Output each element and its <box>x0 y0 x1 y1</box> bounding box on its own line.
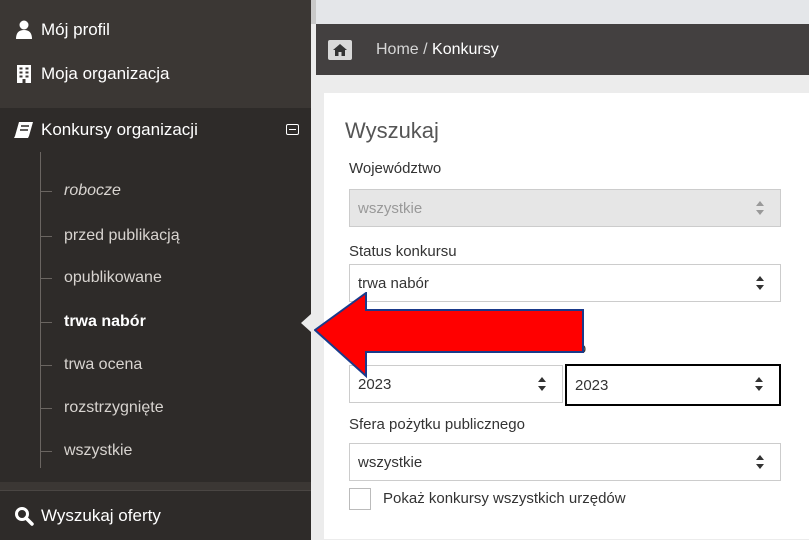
submenu-item-wszystkie[interactable]: wszystkie <box>0 430 311 472</box>
submenu: robocze przed publikacją opublikowane tr… <box>0 152 311 482</box>
sfera-select[interactable]: wszystkie <box>349 443 781 481</box>
nav-item-label: Mój profil <box>41 20 110 39</box>
search-icon <box>13 505 35 527</box>
annotation-arrow-icon <box>314 292 584 379</box>
select-arrows-icon <box>756 275 764 291</box>
submenu-item-label: opublikowane <box>64 269 162 286</box>
breadcrumb-home[interactable]: Home <box>376 41 419 58</box>
status-label: Status konkursu <box>349 243 457 260</box>
sidebar: Mój profil Moja organizacja Konkursy org… <box>0 0 311 540</box>
nav-item-label: Wyszukaj oferty <box>41 505 161 525</box>
status-value: trwa nabór <box>358 274 429 292</box>
wojewodztwo-select: wszystkie <box>349 189 781 227</box>
book-icon <box>13 119 35 141</box>
form-title: Wyszukaj <box>345 118 439 143</box>
user-icon <box>13 19 35 41</box>
nav-item-konkursy[interactable]: Konkursy organizacji <box>0 108 311 152</box>
nav-item-profile[interactable]: Mój profil <box>0 8 311 52</box>
select-arrows-icon <box>756 454 764 470</box>
submenu-item-label: przed publikacją <box>64 227 180 244</box>
breadcrumb: Home / Konkursy <box>316 24 809 75</box>
submenu-item-label: trwa nabór <box>64 313 146 330</box>
all-offices-checkbox[interactable] <box>349 488 371 510</box>
sfera-value: wszystkie <box>358 453 423 471</box>
do-select[interactable]: 2023 <box>565 364 781 406</box>
submenu-item-robocze[interactable]: robocze <box>0 170 311 212</box>
submenu-item-label: wszystkie <box>64 442 133 459</box>
submenu-item-opublikowane[interactable]: opublikowane <box>0 257 311 299</box>
submenu-item-przed-publikacja[interactable]: przed publikacją <box>0 215 311 257</box>
building-icon <box>13 63 35 85</box>
wojewodztwo-label: Województwo <box>349 160 442 177</box>
nav-item-organization[interactable]: Moja organizacja <box>0 52 311 96</box>
submenu-item-trwa-nabor[interactable]: trwa nabór <box>0 301 311 343</box>
all-offices-label: Pokaż konkursy wszystkich urzędów <box>383 490 626 507</box>
top-bar <box>316 0 809 24</box>
breadcrumb-current: Konkursy <box>432 40 499 58</box>
nav-item-wyszukaj-oferty[interactable]: Wyszukaj oferty <box>0 490 311 540</box>
breadcrumb-separator: / <box>423 40 428 58</box>
select-arrows-icon <box>756 200 764 216</box>
home-icon[interactable] <box>328 39 352 60</box>
sfera-label: Sfera pożytku publicznego <box>349 416 525 433</box>
wojewodztwo-value: wszystkie <box>358 199 423 217</box>
collapse-icon[interactable] <box>286 124 299 135</box>
submenu-item-trwa-ocena[interactable]: trwa ocena <box>0 344 311 386</box>
active-indicator <box>301 314 311 332</box>
submenu-item-rozstrzygniete[interactable]: rozstrzygnięte <box>0 387 311 429</box>
submenu-item-label: robocze <box>64 182 121 199</box>
nav-item-label: Konkursy organizacji <box>41 120 198 139</box>
nav-item-label: Moja organizacja <box>41 64 170 83</box>
select-arrows-icon <box>755 376 763 392</box>
submenu-item-label: rozstrzygnięte <box>64 399 164 416</box>
submenu-item-label: trwa ocena <box>64 356 143 373</box>
